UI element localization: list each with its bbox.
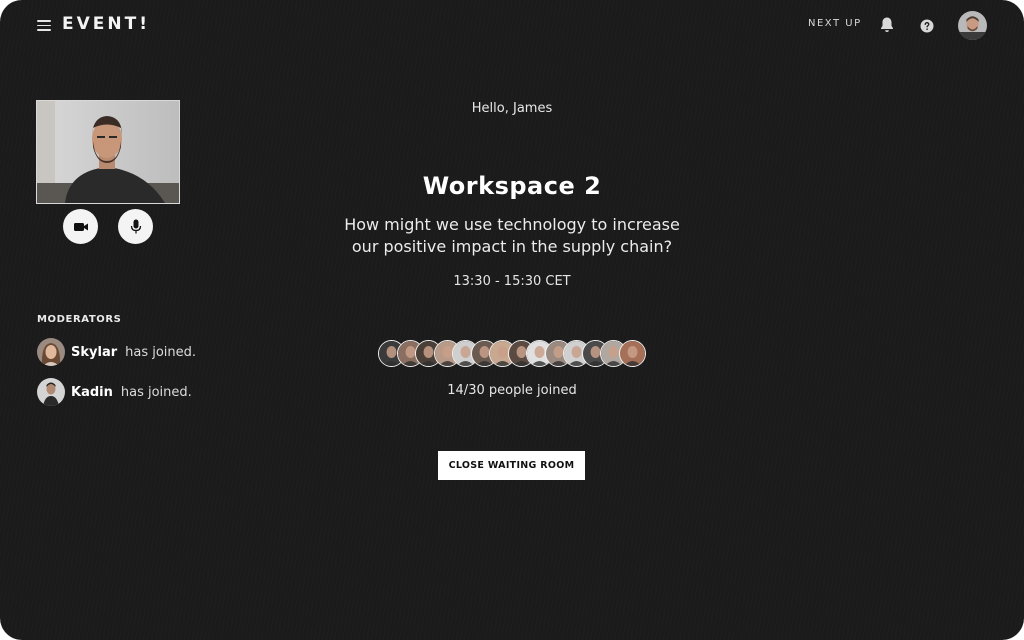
moderator-row: Kadin has joined. xyxy=(37,378,192,406)
moderator-name: Kadin xyxy=(71,384,113,400)
menu-icon[interactable] xyxy=(37,20,51,31)
moderators-heading: MODERATORS xyxy=(37,314,122,325)
participant-avatar xyxy=(618,340,646,367)
question-text: How might we use technology to increase … xyxy=(344,215,680,256)
help-icon[interactable] xyxy=(920,18,934,33)
camera-icon xyxy=(73,222,88,231)
bell-icon[interactable] xyxy=(879,16,895,34)
workspace-question: How might we use technology to increase … xyxy=(262,214,762,258)
video-preview xyxy=(36,100,180,204)
session-time: 13:30 - 15:30 CET xyxy=(453,274,571,289)
moderator-avatar xyxy=(37,378,65,406)
logo[interactable]: EVENT! xyxy=(62,14,150,34)
moderator-status: has joined. xyxy=(120,384,192,400)
moderator-avatar xyxy=(37,338,65,366)
app-window: EVENT! NEXT UP MODERATORS Skylar has joi… xyxy=(0,0,1024,640)
microphone-button[interactable] xyxy=(118,209,153,244)
moderator-name: Skylar xyxy=(71,344,118,360)
moderator-row: Skylar has joined. xyxy=(37,338,196,366)
microphone-icon xyxy=(130,219,141,233)
moderator-status: has joined. xyxy=(125,344,197,360)
next-up-link[interactable]: NEXT UP xyxy=(808,18,862,29)
joined-count: 14/30 people joined xyxy=(447,383,577,398)
close-waiting-room-button[interactable]: CLOSE WAITING ROOM xyxy=(438,451,585,480)
workspace-title: Workspace 2 xyxy=(422,172,602,200)
camera-button[interactable] xyxy=(63,209,98,244)
user-avatar[interactable] xyxy=(958,11,987,40)
greeting: Hello, James xyxy=(471,101,553,116)
